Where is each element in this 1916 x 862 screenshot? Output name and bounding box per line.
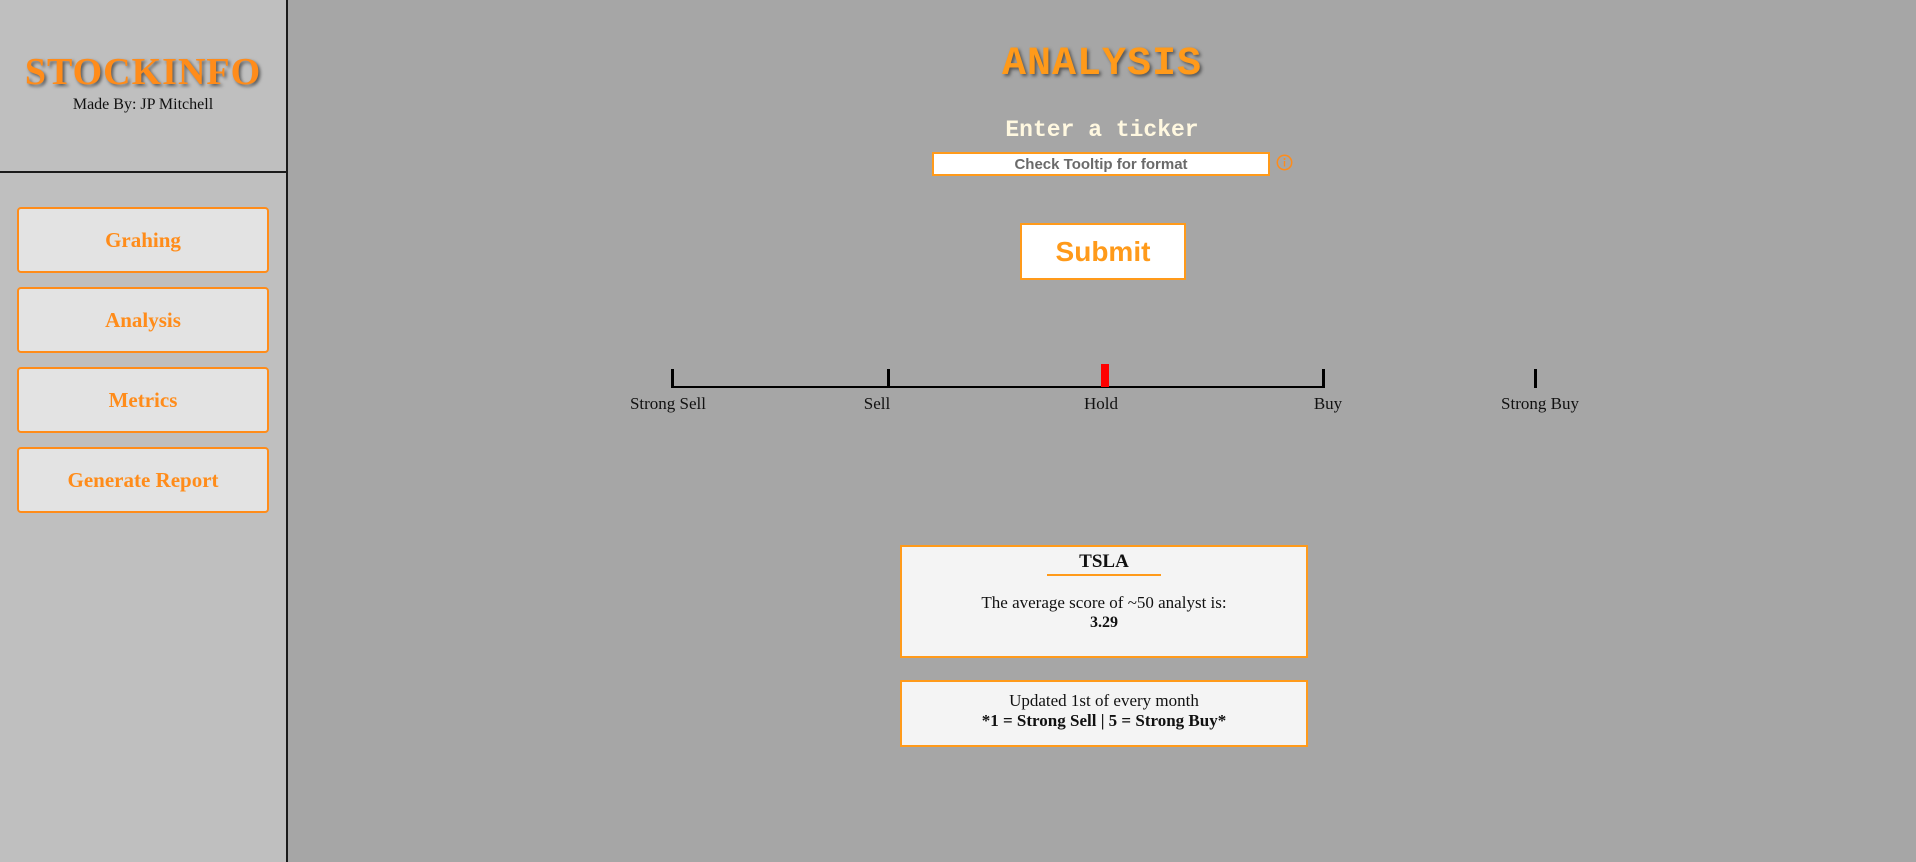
sidebar-item-generate-report[interactable]: Generate Report: [17, 447, 269, 513]
rating-tick-sell: [887, 369, 890, 388]
ticker-label: Enter a ticker: [1005, 117, 1199, 143]
brand-header: STOCKINFO Made By: JP Mitchell: [0, 0, 286, 173]
sidebar-item-analysis[interactable]: Analysis: [17, 287, 269, 353]
ticker-input[interactable]: [932, 152, 1270, 176]
rating-marker: [1101, 364, 1109, 387]
sidebar-item-graphing[interactable]: Grahing: [17, 207, 269, 273]
note-card: Updated 1st of every month *1 = Strong S…: [900, 680, 1308, 747]
scale-legend-note: *1 = Strong Sell | 5 = Strong Buy*: [981, 711, 1227, 730]
rating-tick-strong-sell: [671, 369, 674, 388]
sidebar: STOCKINFO Made By: JP Mitchell Grahing A…: [0, 0, 288, 862]
sidebar-item-metrics[interactable]: Metrics: [17, 367, 269, 433]
update-note: Updated 1st of every month: [1009, 691, 1199, 710]
rating-label-hold: Hold: [1084, 394, 1118, 413]
rating-label-strong-buy: Strong Buy: [1501, 394, 1579, 413]
rating-label-buy: Buy: [1313, 394, 1343, 413]
result-score: 3.29: [1090, 614, 1118, 631]
rating-label-sell: Sell: [863, 394, 891, 413]
rating-tick-strong-buy: [1534, 369, 1537, 388]
info-icon[interactable]: [1276, 154, 1293, 171]
rating-scale-line: [671, 386, 1323, 388]
rating-tick-buy: [1322, 369, 1325, 388]
app-author: Made By: JP Mitchell: [72, 96, 214, 113]
submit-button[interactable]: Submit: [1020, 223, 1186, 280]
app-title: STOCKINFO: [24, 51, 262, 93]
rating-label-strong-sell: Strong Sell: [629, 394, 707, 413]
page-title: ANALYSIS: [1001, 42, 1203, 87]
result-description: The average score of ~50 analyst is:: [981, 593, 1227, 612]
main-content: ANALYSIS Enter a ticker Submit Strong Se…: [288, 0, 1916, 862]
result-card: TSLA The average score of ~50 analyst is…: [900, 545, 1308, 658]
sidebar-nav: Grahing Analysis Metrics Generate Report: [0, 173, 286, 513]
result-ticker: TSLA: [1047, 551, 1161, 576]
